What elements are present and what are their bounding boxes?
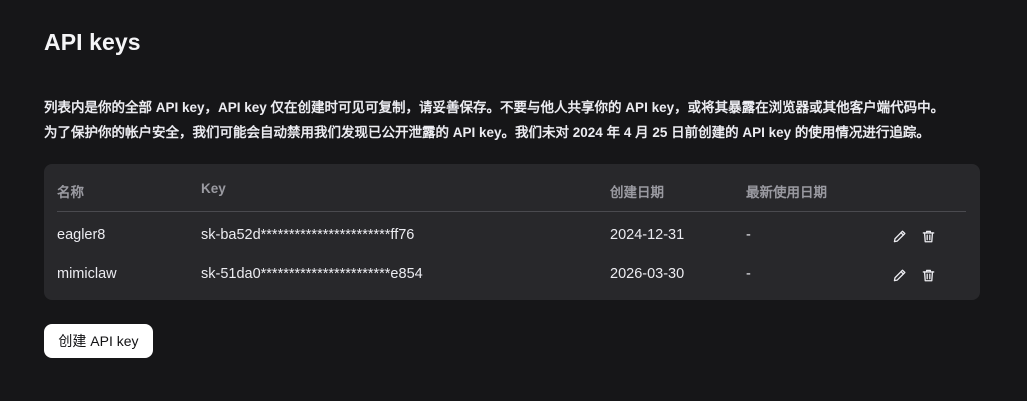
key-last-used: - bbox=[746, 266, 751, 282]
trash-icon[interactable] bbox=[918, 226, 938, 246]
table-row: mimiclaw sk-51da0***********************… bbox=[44, 255, 980, 293]
api-keys-table: 名称 Key 创建日期 最新使用日期 eagler8 sk-ba52d*****… bbox=[44, 164, 980, 300]
key-name: mimiclaw bbox=[57, 266, 117, 282]
key-created-date: 2024-12-31 bbox=[610, 227, 685, 243]
header-last-used-date: 最新使用日期 bbox=[746, 185, 827, 200]
key-name: eagler8 bbox=[57, 227, 106, 243]
key-created-date: 2026-03-30 bbox=[610, 266, 685, 282]
row-actions bbox=[889, 265, 939, 285]
description-line-2: 为了保护你的帐户安全，我们可能会自动禁用我们发现已公开泄露的 API key。我… bbox=[44, 125, 930, 140]
pencil-icon[interactable] bbox=[889, 265, 909, 285]
header-key: Key bbox=[201, 181, 226, 196]
key-value: sk-ba52d***********************ff76 bbox=[201, 227, 415, 243]
create-api-key-button[interactable]: 创建 API key bbox=[44, 324, 153, 358]
row-actions bbox=[889, 226, 939, 246]
header-divider bbox=[57, 211, 966, 212]
table-row: eagler8 sk-ba52d***********************f… bbox=[44, 216, 980, 254]
page-title: API keys bbox=[44, 29, 141, 55]
pencil-icon[interactable] bbox=[889, 226, 909, 246]
api-keys-description: 列表内是你的全部 API key，API key 仅在创建时可见可复制，请妥善保… bbox=[44, 95, 1004, 145]
header-name: 名称 bbox=[57, 185, 84, 200]
trash-icon[interactable] bbox=[918, 265, 938, 285]
key-value: sk-51da0***********************e854 bbox=[201, 266, 423, 282]
header-created-date: 创建日期 bbox=[610, 185, 664, 200]
description-line-1: 列表内是你的全部 API key，API key 仅在创建时可见可复制，请妥善保… bbox=[44, 100, 945, 115]
key-last-used: - bbox=[746, 227, 751, 243]
table-header: 名称 Key 创建日期 最新使用日期 bbox=[44, 164, 980, 212]
